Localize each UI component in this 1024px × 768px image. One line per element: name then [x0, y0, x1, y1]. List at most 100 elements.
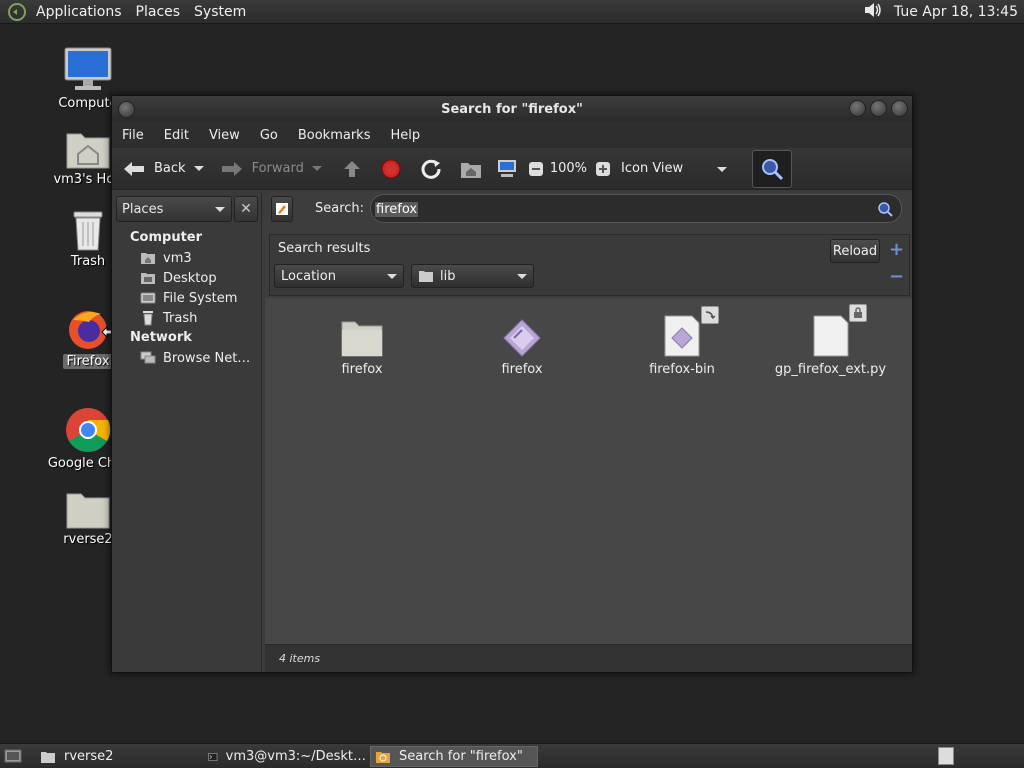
- back-button[interactable]: Back: [122, 159, 186, 179]
- folder-icon: [41, 751, 55, 763]
- taskbar-item-rverse2[interactable]: rverse2: [36, 746, 196, 767]
- desktop-icon-label: Firefox: [63, 354, 113, 369]
- zoom-in-button[interactable]: [595, 161, 611, 177]
- sidebar-section-computer: Computer: [130, 230, 203, 245]
- menu-view[interactable]: View: [209, 128, 240, 143]
- criterion-type-dropdown[interactable]: Location: [274, 264, 404, 288]
- file-item-executable[interactable]: firefox: [447, 318, 597, 377]
- sidebar-section-network: Network: [130, 330, 192, 345]
- trash-icon: [140, 310, 156, 326]
- menu-edit[interactable]: Edit: [164, 128, 189, 143]
- sidebar-item-browse-network[interactable]: Browse Net…: [140, 350, 250, 366]
- volume-icon[interactable]: [862, 0, 884, 24]
- icon-view: firefox firefox firefox-bin gp_firefox_e…: [265, 298, 912, 644]
- zoom-in-icon: [596, 161, 611, 176]
- file-item-folder[interactable]: firefox: [287, 318, 437, 377]
- search-icon[interactable]: [877, 201, 893, 217]
- search-toggle-button[interactable]: [752, 150, 792, 188]
- back-history-dropdown[interactable]: [193, 166, 204, 171]
- show-desktop-icon[interactable]: [4, 748, 22, 768]
- applications-menu[interactable]: Applications: [36, 4, 122, 20]
- edit-icon: [276, 203, 288, 215]
- close-icon: ✕: [240, 201, 252, 217]
- forward-button[interactable]: Forward: [220, 159, 304, 179]
- menu-file[interactable]: File: [122, 128, 144, 143]
- toolbar: Back Forward 100% Icon View: [112, 148, 912, 190]
- criterion-location-dropdown[interactable]: lib: [411, 264, 534, 288]
- computer-small-icon: [497, 159, 516, 177]
- file-name: firefox-bin: [649, 362, 715, 377]
- system-menu[interactable]: System: [194, 4, 246, 20]
- sidebar-item-label: vm3: [163, 250, 192, 266]
- folder-icon: [341, 321, 383, 357]
- up-button[interactable]: [342, 159, 362, 179]
- minimize-button[interactable]: [849, 100, 866, 117]
- window-menu-button[interactable]: [118, 101, 135, 118]
- location-edit-button[interactable]: [271, 196, 293, 222]
- folder-icon: [419, 270, 433, 282]
- main-pane: Search: firefox Search results Reload + …: [265, 192, 912, 672]
- desktop-icon-label: rverse2: [63, 532, 113, 547]
- terminal-icon: [208, 752, 218, 761]
- sidebar-places-combo[interactable]: Places: [116, 196, 232, 222]
- sidebar-item-filesystem[interactable]: File System: [140, 290, 237, 306]
- statusbar: 4 items: [265, 644, 912, 672]
- back-arrow-icon: [124, 161, 144, 176]
- home-icon: [460, 162, 481, 178]
- sidebar: Places ✕ Computer vm3 Desktop File Syste…: [112, 192, 262, 672]
- zoom-out-icon: [528, 161, 543, 176]
- clock[interactable]: Tue Apr 18, 13:45: [894, 4, 1018, 20]
- forward-history-dropdown[interactable]: [311, 166, 322, 171]
- distro-logo-icon[interactable]: [6, 1, 28, 23]
- sidebar-item-trash[interactable]: Trash: [140, 310, 197, 326]
- lock-emblem-icon: [849, 304, 867, 322]
- places-menu[interactable]: Places: [136, 4, 181, 20]
- workspace-switcher[interactable]: [938, 747, 954, 765]
- taskbar-item-terminal[interactable]: vm3@vm3:~/Deskt…: [204, 746, 366, 767]
- file-item-python-script[interactable]: gp_firefox_ext.py: [753, 304, 908, 377]
- taskbar-item-search[interactable]: Search for "firefox": [370, 746, 538, 767]
- up-arrow-icon: [343, 160, 360, 177]
- computer-button[interactable]: [496, 159, 518, 179]
- window-titlebar[interactable]: Search for "firefox": [112, 96, 912, 122]
- chevron-down-icon: [215, 207, 225, 212]
- file-name: gp_firefox_ext.py: [774, 362, 887, 377]
- zoom-out-button[interactable]: [528, 161, 544, 177]
- sidebar-item-desktop[interactable]: Desktop: [140, 270, 217, 286]
- reload-button[interactable]: Reload: [830, 239, 880, 263]
- remove-criterion-icon[interactable]: −: [889, 266, 904, 287]
- chevron-down-icon: [517, 274, 527, 279]
- view-mode-dropdown[interactable]: Icon View: [621, 161, 728, 176]
- executable-icon: [503, 319, 541, 357]
- home-button[interactable]: [460, 159, 482, 179]
- file-name: firefox: [501, 362, 543, 377]
- desktop-icon-label: Compute: [58, 96, 118, 111]
- maximize-button[interactable]: [870, 100, 887, 117]
- back-label: Back: [154, 161, 186, 176]
- desktop-folder-icon: [140, 270, 156, 286]
- home-folder-icon: [66, 133, 110, 169]
- sidebar-item-vm3[interactable]: vm3: [140, 250, 192, 266]
- sidebar-close-button[interactable]: ✕: [234, 196, 258, 222]
- menubar: File Edit View Go Bookmarks Help: [112, 122, 912, 148]
- close-button[interactable]: [891, 100, 908, 117]
- stop-button[interactable]: [380, 158, 402, 180]
- computer-icon: [64, 47, 112, 90]
- view-mode-label: Icon View: [621, 161, 684, 176]
- search-results-panel: Search results Reload + Location lib −: [269, 234, 910, 296]
- file-manager-window: Search for "firefox" File Edit View Go B…: [111, 95, 913, 673]
- menu-go[interactable]: Go: [260, 128, 278, 143]
- sidebar-item-label: Trash: [163, 310, 198, 326]
- chevron-down-icon: [387, 274, 397, 279]
- home-folder-icon: [140, 250, 156, 266]
- search-results-title: Search results: [278, 241, 371, 256]
- reload-toolbar-button[interactable]: [420, 158, 442, 180]
- file-item-firefox-bin[interactable]: firefox-bin: [607, 306, 757, 377]
- add-criterion-icon[interactable]: +: [889, 239, 904, 260]
- search-input[interactable]: [370, 194, 902, 223]
- sidebar-item-label: File System: [163, 290, 238, 306]
- menu-help[interactable]: Help: [390, 128, 420, 143]
- task-label: vm3@vm3:~/Deskt…: [225, 749, 366, 764]
- item-count: 4 items: [279, 652, 321, 665]
- menu-bookmarks[interactable]: Bookmarks: [298, 128, 371, 143]
